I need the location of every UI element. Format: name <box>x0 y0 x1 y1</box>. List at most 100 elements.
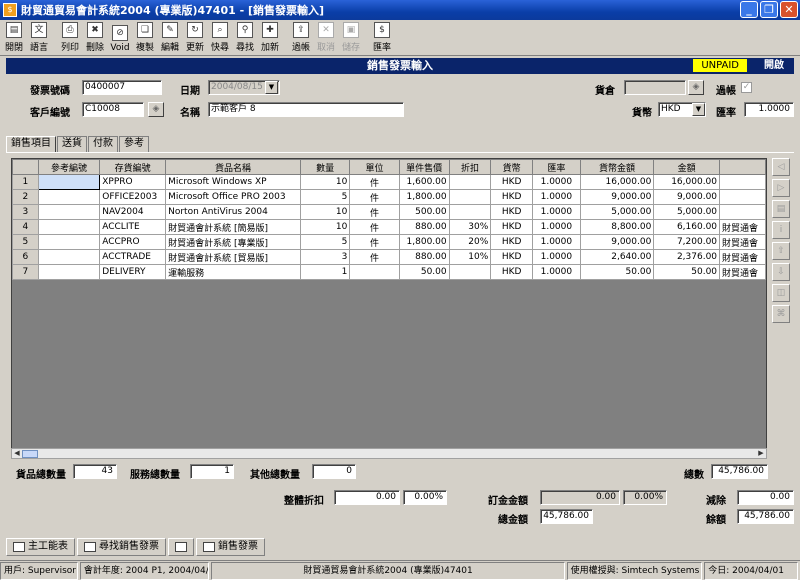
app-icon[interactable]: $ <box>3 3 17 17</box>
grid-cell[interactable]: 1.0000 <box>531 249 581 265</box>
deduct-field[interactable]: 0.00 <box>737 490 794 505</box>
grid-cell[interactable]: 880.00 <box>398 219 450 235</box>
info-icon[interactable]: i <box>772 221 790 239</box>
customer-lookup-icon[interactable]: ◈ <box>148 102 164 117</box>
grand-total-field[interactable]: 45,786.00 <box>540 509 593 524</box>
grid-cell[interactable]: HKD <box>490 219 533 235</box>
lock-icon[interactable]: ◫ <box>772 284 790 302</box>
tab-0[interactable]: 銷售項目 <box>6 136 56 153</box>
first-record-icon[interactable]: ◁ <box>772 158 790 176</box>
column-header[interactable]: 貨幣 <box>490 159 533 175</box>
move-up-icon[interactable]: ⇧ <box>772 242 790 260</box>
grid-cell[interactable]: 1 <box>299 264 351 280</box>
grid-cell[interactable]: 件 <box>349 174 400 190</box>
toolbar-button-8[interactable]: ⌕ 快尋 <box>208 20 232 55</box>
grid-cell[interactable]: Microsoft Windows XP <box>165 174 301 190</box>
customer-name-field[interactable]: 示範客戶 8 <box>208 102 404 117</box>
grid-cell[interactable]: 9,000.00 <box>653 189 721 205</box>
customer-code-field[interactable]: C10008 <box>82 102 144 117</box>
column-header[interactable]: 參考編號 <box>37 159 101 175</box>
column-header[interactable]: 單件售價 <box>398 159 450 175</box>
column-header[interactable]: 金額 <box>653 159 721 175</box>
rate-field[interactable]: 1.0000 <box>744 102 794 117</box>
toolbar-button-2[interactable]: ⎙ 列印 <box>58 20 82 55</box>
date-dropdown-icon[interactable]: ▼ <box>265 81 278 94</box>
column-header[interactable] <box>719 159 766 175</box>
view-icon[interactable]: ▤ <box>772 200 790 218</box>
grid-cell[interactable] <box>37 234 101 250</box>
grid-cell[interactable]: HKD <box>490 189 533 205</box>
table-row[interactable]: 5 ACCPRO 財貿通會計系統 [專業版] 5 件 1,800.00 20% HKD 1.00… <box>12 234 766 250</box>
grid-cell[interactable]: 1.0000 <box>531 264 581 280</box>
grid-cell[interactable]: 1,800.00 <box>398 189 450 205</box>
grid-cell[interactable]: 5,000.00 <box>579 204 655 220</box>
grid-cell[interactable] <box>37 249 101 265</box>
grid-cell[interactable]: ACCTRADE <box>99 249 167 265</box>
toolbar-button-3[interactable]: ✖ 刪除 <box>83 20 107 55</box>
overall-discount-field[interactable]: 0.00 <box>334 490 400 505</box>
window-tab-0[interactable]: 主工能表 <box>6 538 75 556</box>
toolbar-button-7[interactable]: ↻ 更新 <box>183 20 207 55</box>
grid-cell[interactable]: 500.00 <box>398 204 450 220</box>
posted-checkbox[interactable]: ✓ <box>741 82 752 93</box>
grid-cell[interactable]: 880.00 <box>398 249 450 265</box>
grid-cell[interactable] <box>37 189 101 205</box>
attach-icon[interactable]: ⌘ <box>772 305 790 323</box>
goods-qty-field[interactable]: 43 <box>73 464 117 479</box>
tab-1[interactable]: 送貨 <box>57 136 87 152</box>
grid-cell[interactable]: 20% <box>448 234 492 250</box>
toolbar-button-6[interactable]: ✎ 編輯 <box>158 20 182 55</box>
grid-cell[interactable] <box>719 174 766 190</box>
grid-cell[interactable]: 3 <box>299 249 351 265</box>
grid-cell[interactable]: HKD <box>490 249 533 265</box>
grid-cell[interactable]: 9,000.00 <box>579 234 655 250</box>
toolbar-button-9[interactable]: ⚲ 尋找 <box>233 20 257 55</box>
grid-cell[interactable]: 件 <box>349 249 400 265</box>
grid-cell[interactable]: 財貿通會計系統 [簡易版] <box>165 219 301 235</box>
grid-cell[interactable]: 16,000.00 <box>579 174 655 190</box>
grid-cell[interactable]: 50.00 <box>398 264 450 280</box>
grid-cell[interactable] <box>448 264 492 280</box>
grid-cell[interactable]: 財貿通會 <box>719 234 766 250</box>
grid-cell[interactable]: HKD <box>490 174 533 190</box>
grid-cell[interactable]: 財貿通會 <box>719 264 766 280</box>
warehouse-lookup-icon[interactable]: ◈ <box>688 80 704 95</box>
grid-cell[interactable]: 30% <box>448 219 492 235</box>
items-grid[interactable]: 參考編號 存貨編號 貨品名稱 數量 單位 單件售價 折扣 貨幣 匯率 貨幣金額 金額 1 XPPRO Mi… <box>11 158 767 458</box>
grid-cell[interactable]: Microsoft Office PRO 2003 <box>165 189 301 205</box>
grid-cell[interactable]: DELIVERY <box>99 264 167 280</box>
grid-cell[interactable]: OFFICE2003 <box>99 189 167 205</box>
overall-discount-pct-field[interactable]: 0.00% <box>403 490 447 505</box>
table-row[interactable]: 7 DELIVERY 運輸服務 1 50.00 HKD 1.0000 50.00 50.00 財貿… <box>12 264 766 280</box>
grid-cell[interactable]: 10 <box>299 204 351 220</box>
toolbar-button-14[interactable]: $ 匯率 <box>370 20 394 55</box>
column-header[interactable]: 存貨編號 <box>99 159 167 175</box>
minimize-button[interactable]: _ <box>740 1 758 18</box>
grid-cell[interactable]: 50.00 <box>653 264 721 280</box>
grid-cell[interactable] <box>37 219 101 235</box>
grid-cell[interactable]: 1,800.00 <box>398 234 450 250</box>
grid-cell[interactable]: 5,000.00 <box>653 204 721 220</box>
grid-cell[interactable]: 財貿通會計系統 [專業版] <box>165 234 301 250</box>
grid-cell[interactable]: 1.0000 <box>531 189 581 205</box>
grid-cell[interactable]: 件 <box>349 234 400 250</box>
grid-cell[interactable]: 50.00 <box>579 264 655 280</box>
column-header[interactable]: 貨幣金額 <box>579 159 655 175</box>
currency-dropdown-icon[interactable]: ▼ <box>692 103 705 116</box>
grid-cell[interactable]: 10 <box>299 174 351 190</box>
scroll-left-icon[interactable]: ◀ <box>12 449 22 458</box>
grid-cell[interactable]: ACCLITE <box>99 219 167 235</box>
toolbar-button-10[interactable]: ✚ 加新 <box>258 20 282 55</box>
column-header[interactable]: 貨品名稱 <box>165 159 301 175</box>
toolbar-button-13[interactable]: ▣ 儲存 <box>339 20 363 55</box>
grid-cell[interactable] <box>719 189 766 205</box>
grid-cell[interactable] <box>719 204 766 220</box>
deposit-pct-field[interactable]: 0.00% <box>623 490 667 505</box>
grid-cell[interactable]: XPPRO <box>99 174 167 190</box>
next-record-icon[interactable]: ▷ <box>772 179 790 197</box>
grid-cell[interactable]: 10 <box>299 219 351 235</box>
grid-cell[interactable]: HKD <box>490 234 533 250</box>
grid-cell[interactable]: 1.0000 <box>531 174 581 190</box>
grid-cell[interactable]: 7,200.00 <box>653 234 721 250</box>
grid-cell[interactable]: 財貿通會計系統 [貿易版] <box>165 249 301 265</box>
